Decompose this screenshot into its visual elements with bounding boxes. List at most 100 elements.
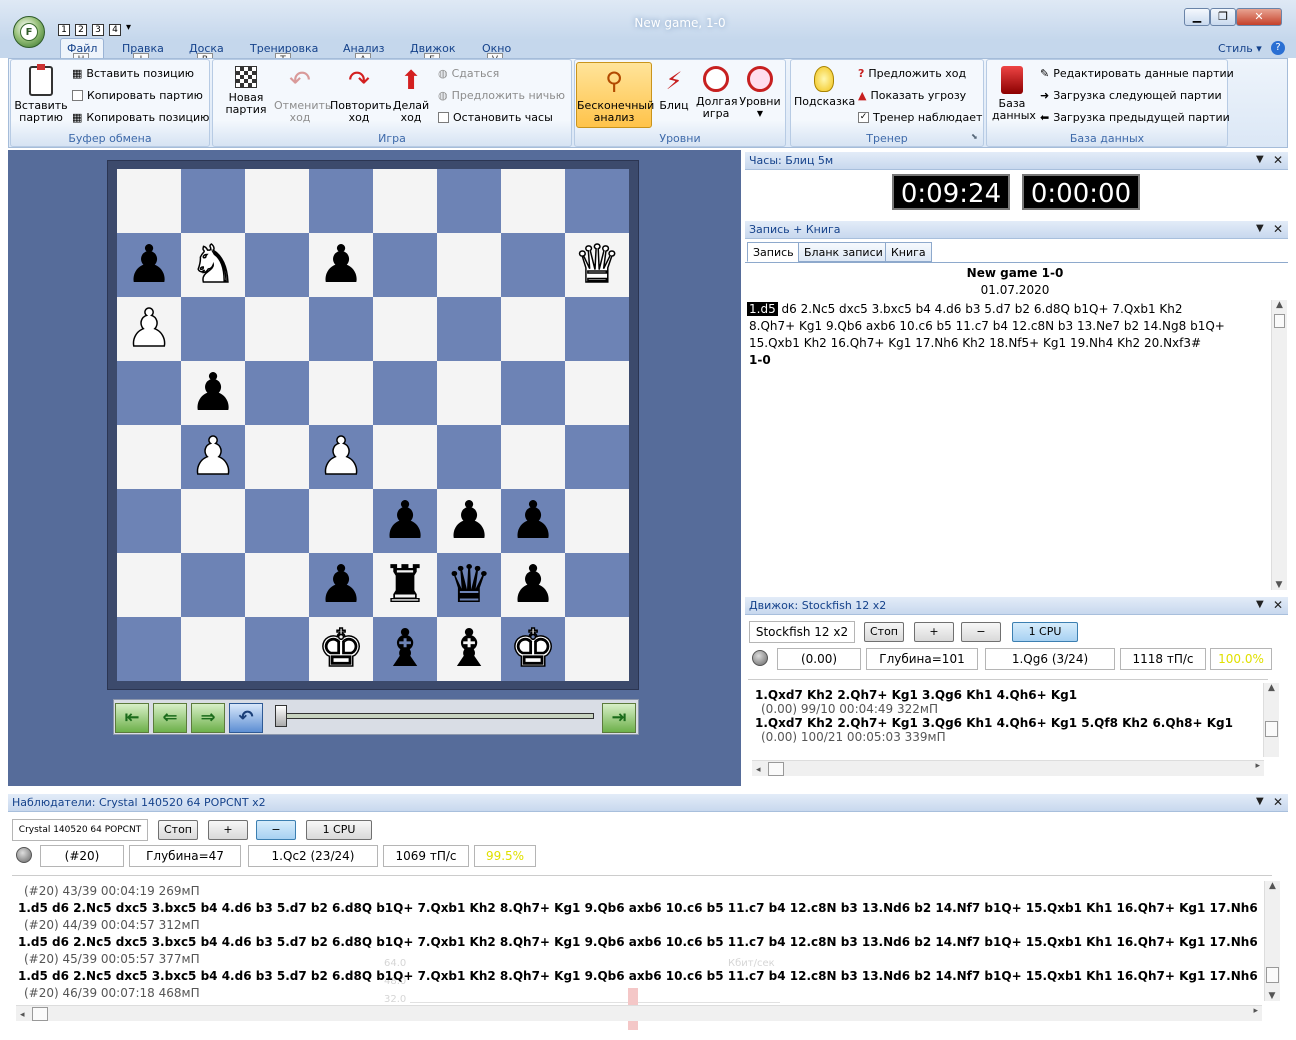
black-pawn-icon[interactable]: ♟ xyxy=(190,361,237,425)
square-h1[interactable] xyxy=(565,617,629,681)
infinite-analysis-button[interactable]: ⚲ Бесконечный анализ xyxy=(576,62,654,128)
previous-move-button[interactable]: ⇐ xyxy=(153,703,187,733)
style-menu[interactable]: Стиль ▾ xyxy=(1218,42,1262,55)
engine-plus-button[interactable]: + xyxy=(914,622,954,642)
square-e6[interactable] xyxy=(373,297,437,361)
pane-menu-icon[interactable]: ▼ xyxy=(1256,796,1264,807)
scroll-thumb[interactable] xyxy=(1265,721,1278,737)
square-d6[interactable] xyxy=(309,297,373,361)
square-e3[interactable]: ♟ xyxy=(373,489,437,553)
square-b1[interactable] xyxy=(181,617,245,681)
square-d1[interactable]: ♚ xyxy=(309,617,373,681)
make-move-button[interactable]: ⬆ Делай ход xyxy=(390,66,432,124)
square-b5[interactable]: ♟ xyxy=(181,361,245,425)
white-pawn-icon[interactable]: ♟ xyxy=(189,425,237,489)
square-g4[interactable] xyxy=(501,425,565,489)
scroll-thumb[interactable] xyxy=(768,761,785,776)
copy-position-button[interactable]: ▦ Копировать позицию xyxy=(72,111,209,124)
resign-button[interactable]: ◍ Сдаться xyxy=(438,67,499,80)
pane-close-icon[interactable]: ✕ xyxy=(1273,222,1283,236)
engine-stop-button[interactable]: Стоп xyxy=(864,622,904,642)
database-button[interactable]: База данных xyxy=(990,66,1036,122)
square-h4[interactable] xyxy=(565,425,629,489)
qat-button-2[interactable]: 2 xyxy=(75,24,87,36)
blitz-button[interactable]: ⚡ Блиц xyxy=(656,66,692,112)
scroll-thumb[interactable] xyxy=(1274,314,1285,328)
new-game-button[interactable]: Новая партия xyxy=(220,66,272,116)
scroll-up-icon[interactable]: ▲ xyxy=(1264,683,1279,693)
square-e5[interactable] xyxy=(373,361,437,425)
observer-plus-button[interactable]: + xyxy=(208,820,248,840)
square-b2[interactable] xyxy=(181,553,245,617)
square-e2[interactable]: ♜ xyxy=(373,553,437,617)
square-b8[interactable] xyxy=(181,169,245,233)
square-a2[interactable] xyxy=(117,553,181,617)
scroll-down-icon[interactable]: ▼ xyxy=(1265,991,1279,1001)
black-pawn-icon[interactable]: ♟ xyxy=(446,489,493,553)
square-h8[interactable] xyxy=(565,169,629,233)
square-c4[interactable] xyxy=(245,425,309,489)
paste-game-button[interactable]: Вставить партию xyxy=(14,64,68,124)
black-pawn-icon[interactable]: ♟ xyxy=(510,553,557,617)
show-threat-button[interactable]: ▲ Показать угрозу xyxy=(858,89,966,102)
scroll-right-icon[interactable]: ▸ xyxy=(1255,761,1260,771)
maximize-button[interactable]: ❐ xyxy=(1210,8,1236,26)
square-c6[interactable] xyxy=(245,297,309,361)
scroll-thumb[interactable] xyxy=(1266,967,1279,983)
square-g7[interactable] xyxy=(501,233,565,297)
close-button[interactable]: ✕ xyxy=(1236,8,1282,26)
pane-menu-icon[interactable]: ▼ xyxy=(1256,223,1264,234)
square-f2[interactable]: ♛ xyxy=(437,553,501,617)
square-g1[interactable]: ♚ xyxy=(501,617,565,681)
square-d4[interactable]: ♟ xyxy=(309,425,373,489)
square-g2[interactable]: ♟ xyxy=(501,553,565,617)
square-f8[interactable] xyxy=(437,169,501,233)
square-e7[interactable] xyxy=(373,233,437,297)
white-pawn-icon[interactable]: ♟ xyxy=(125,297,173,361)
chess-board[interactable]: ♟ ♞ ♟ ♛ ♟ ♟ ♟ ♟ ♟ ♟ ♟ ♟ ♜ ♛ ♟ ♚ ♝ ♝ ♚ xyxy=(117,169,629,681)
square-a4[interactable] xyxy=(117,425,181,489)
minimize-button[interactable]: ▁ xyxy=(1184,8,1210,26)
copy-game-button[interactable]: Копировать партию xyxy=(72,89,203,102)
black-pawn-icon[interactable]: ♟ xyxy=(126,233,173,297)
square-a1[interactable] xyxy=(117,617,181,681)
trainer-watching-checkbox[interactable]: ✓ Тренер наблюдает xyxy=(858,111,982,124)
scroll-up-icon[interactable]: ▲ xyxy=(1265,881,1280,891)
square-a8[interactable] xyxy=(117,169,181,233)
square-g6[interactable] xyxy=(501,297,565,361)
square-f6[interactable] xyxy=(437,297,501,361)
square-d7[interactable]: ♟ xyxy=(309,233,373,297)
tab-book[interactable]: Книга xyxy=(885,242,932,262)
square-h6[interactable] xyxy=(565,297,629,361)
go-to-end-button[interactable]: ⇥ xyxy=(602,703,636,733)
hint-button[interactable]: Подсказка xyxy=(794,66,855,108)
pane-menu-icon[interactable]: ▼ xyxy=(1256,599,1264,610)
black-pawn-icon[interactable]: ♟ xyxy=(382,489,429,553)
square-b4[interactable]: ♟ xyxy=(181,425,245,489)
black-rook-icon[interactable]: ♜ xyxy=(382,553,429,617)
move-slider-thumb[interactable] xyxy=(275,705,287,727)
square-g5[interactable] xyxy=(501,361,565,425)
square-d5[interactable] xyxy=(309,361,373,425)
long-game-button[interactable]: Долгая игра xyxy=(694,66,738,120)
square-e4[interactable] xyxy=(373,425,437,489)
square-c2[interactable] xyxy=(245,553,309,617)
levels-button[interactable]: Уровни ▼ xyxy=(738,66,782,120)
observer-minus-button[interactable]: − xyxy=(256,820,296,840)
square-g8[interactable] xyxy=(501,169,565,233)
suggest-move-button[interactable]: ? Предложить ход xyxy=(858,67,966,80)
black-queen-icon[interactable]: ♛ xyxy=(446,553,493,617)
white-king-icon[interactable]: ♚ xyxy=(317,617,365,681)
black-bishop-icon[interactable]: ♝ xyxy=(446,617,493,681)
pane-close-icon[interactable]: ✕ xyxy=(1273,598,1283,612)
qat-button-4[interactable]: 4 xyxy=(109,24,121,36)
square-f7[interactable] xyxy=(437,233,501,297)
square-a7[interactable]: ♟ xyxy=(117,233,181,297)
tab-notation[interactable]: Запись xyxy=(747,242,800,262)
engine-minus-button[interactable]: − xyxy=(961,622,1001,642)
observer-engine-name[interactable]: Crystal 140520 64 POPCNT x2 xyxy=(12,819,148,855)
observer-cpu-button[interactable]: 1 CPU xyxy=(306,820,372,840)
square-h2[interactable] xyxy=(565,553,629,617)
scroll-left-icon[interactable]: ◂ xyxy=(752,765,765,775)
redo-move-button[interactable]: ↷ Повторить ход xyxy=(328,66,392,124)
